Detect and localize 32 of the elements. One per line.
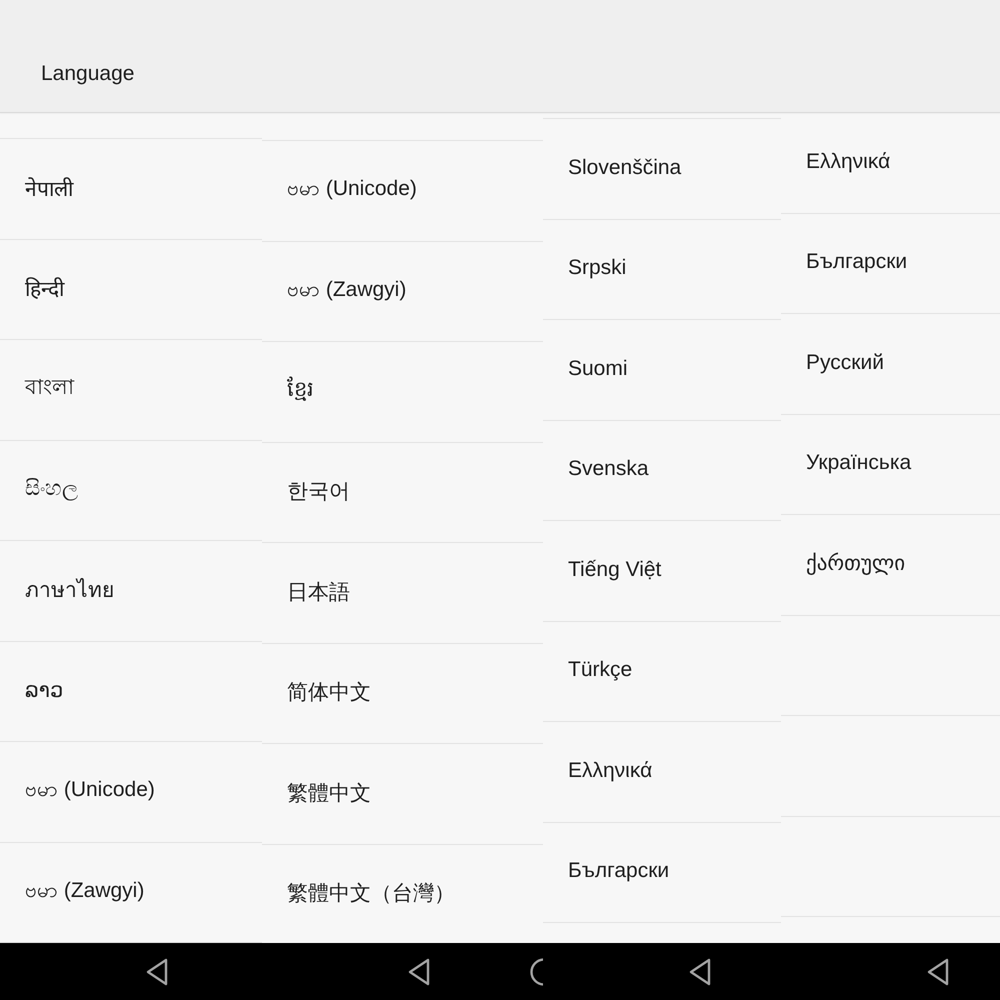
language-option[interactable]: Türkçe (543, 622, 781, 722)
language-option[interactable]: हिन्दी (0, 240, 262, 340)
back-icon[interactable] (689, 958, 711, 986)
language-option[interactable]: Suomi (543, 320, 781, 420)
language-option[interactable]: ខ្មែរ (262, 342, 543, 442)
language-option[interactable]: Ελληνικά (543, 722, 781, 822)
back-icon[interactable] (408, 958, 430, 986)
language-option[interactable]: বাংলা (0, 340, 262, 440)
language-option[interactable]: Български (781, 214, 1000, 314)
language-option[interactable]: Ελληνικά (781, 113, 1000, 214)
language-option[interactable]: Tiếng Việt (543, 521, 781, 622)
language-option[interactable]: नेपाली (0, 139, 262, 240)
back-icon[interactable] (927, 958, 949, 986)
language-option[interactable]: 日本語 (262, 543, 543, 644)
language-option[interactable]: ภาษาไทย (0, 541, 262, 642)
header-title: Language (41, 61, 134, 86)
language-option[interactable]: 简体中文 (262, 644, 543, 744)
language-option[interactable]: 繁體中文 (262, 744, 543, 844)
language-option[interactable]: ဗမာ (Zawgyi) (262, 242, 543, 342)
language-option[interactable]: Български (543, 822, 781, 923)
language-option[interactable]: සිංහල (0, 440, 262, 541)
language-option[interactable]: ქართული (781, 515, 1000, 616)
language-option[interactable]: Srpski (543, 220, 781, 320)
back-icon[interactable] (146, 958, 168, 986)
language-option[interactable]: 한국어 (262, 442, 543, 543)
language-option[interactable]: Slovenščina (543, 119, 781, 220)
language-option[interactable]: Русский (781, 314, 1000, 414)
language-option[interactable]: Svenska (543, 420, 781, 521)
language-option[interactable]: Українська (781, 414, 1000, 515)
language-option[interactable]: ဗမာ (Unicode) (0, 742, 262, 842)
language-option[interactable]: ဗမာ (Unicode) (262, 141, 543, 242)
language-option[interactable]: ລາວ (0, 642, 262, 742)
